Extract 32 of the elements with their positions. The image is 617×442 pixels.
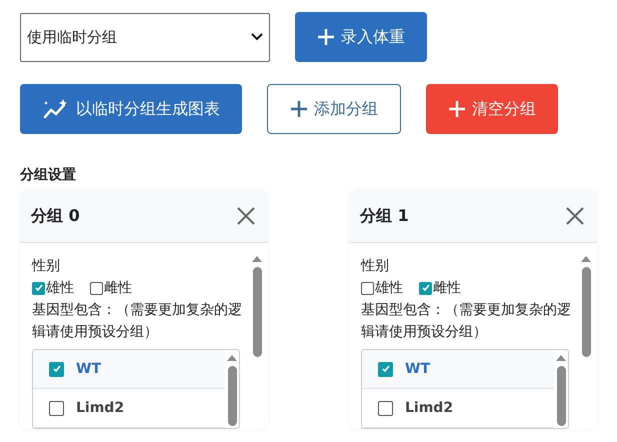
action-button[interactable]: 录入体重 bbox=[295, 12, 427, 62]
action-button[interactable]: 添加分组 bbox=[267, 84, 401, 134]
genotype-label: 基因型包含：（需要更加复杂的逻辑请使用预设分组） bbox=[361, 301, 572, 342]
plus-icon bbox=[448, 100, 466, 118]
chevron-down-icon bbox=[251, 33, 263, 41]
plus-icon bbox=[290, 100, 308, 118]
group-title: 分组 0 bbox=[31, 206, 80, 226]
group-title: 分组 1 bbox=[360, 206, 409, 226]
section-title: 分组设置 bbox=[20, 166, 77, 184]
checkmark-icon bbox=[52, 364, 62, 374]
close-button[interactable] bbox=[565, 206, 585, 226]
sex-checkbox[interactable]: 雄性 bbox=[361, 277, 403, 299]
scroll-up-arrow-icon[interactable] bbox=[251, 255, 263, 263]
sex-checkbox[interactable]: 雌性 bbox=[419, 277, 461, 299]
sex-label: 性别 bbox=[361, 257, 390, 276]
scroll-up-arrow-icon[interactable] bbox=[555, 354, 567, 362]
group-mode-select[interactable]: 使用临时分组 bbox=[20, 12, 270, 62]
genotype-label: 基因型包含：（需要更加复杂的逻辑请使用预设分组） bbox=[32, 301, 243, 342]
plus-icon bbox=[317, 28, 335, 46]
sex-label: 性别 bbox=[32, 257, 61, 276]
sex-checkbox[interactable]: 雌性 bbox=[90, 277, 132, 299]
sex-checkbox[interactable]: 雄性 bbox=[32, 277, 74, 299]
scroll-up-arrow-icon[interactable] bbox=[226, 354, 238, 362]
close-button[interactable] bbox=[236, 206, 256, 226]
action-button[interactable]: 以临时分组生成图表 bbox=[20, 84, 242, 134]
checkmark-icon bbox=[34, 283, 44, 293]
genotype-item[interactable]: WT bbox=[33, 350, 225, 389]
checkmark-icon bbox=[420, 283, 430, 293]
action-button[interactable]: 清空分组 bbox=[426, 84, 558, 134]
checkmark-icon bbox=[380, 364, 390, 374]
genotype-item[interactable]: WT bbox=[362, 350, 554, 389]
scroll-up-arrow-icon[interactable] bbox=[580, 255, 592, 263]
